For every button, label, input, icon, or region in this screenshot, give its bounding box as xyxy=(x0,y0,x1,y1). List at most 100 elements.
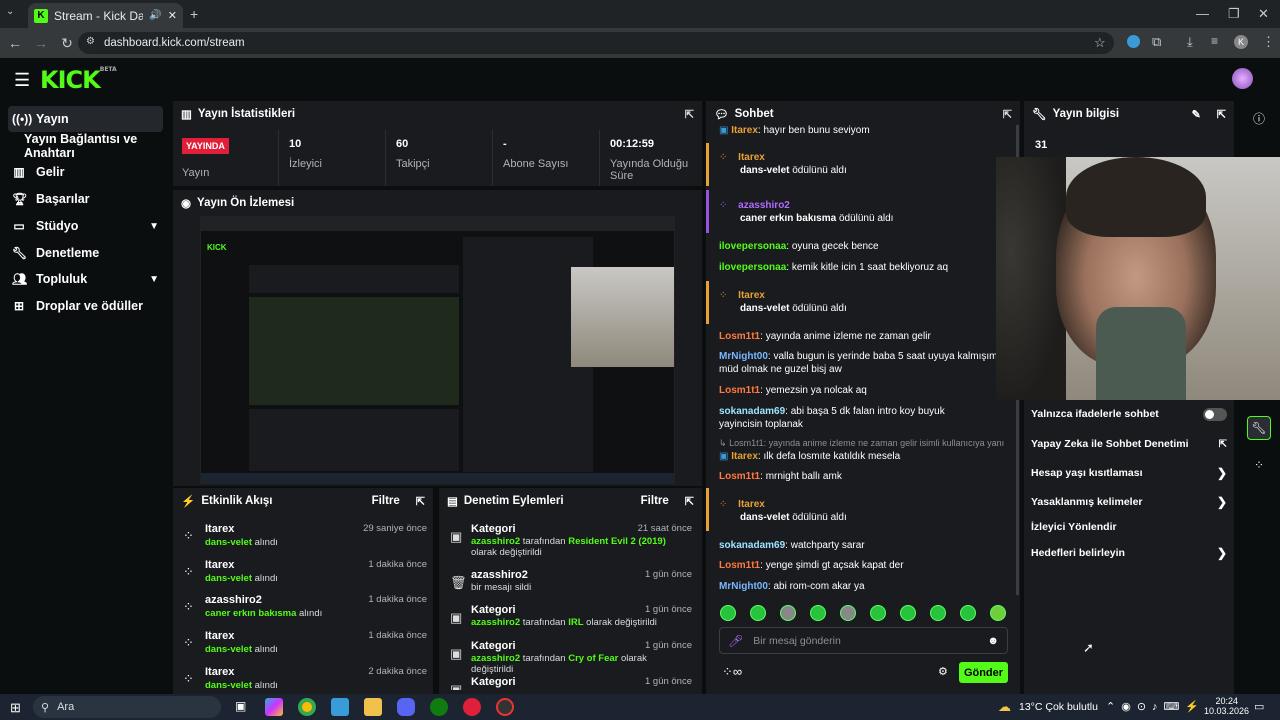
sidebar-item-studyo[interactable]: ▭ Stüdyo ▼ xyxy=(8,213,163,239)
moderation-item[interactable]: ▣ Kategori 21 saat önce azasshiro2 taraf… xyxy=(450,523,692,559)
task-view-icon[interactable]: ▣ xyxy=(235,699,246,713)
info-circle-icon[interactable]: ⓘ xyxy=(1247,106,1271,130)
discord-icon[interactable] xyxy=(397,698,415,716)
xbox-icon[interactable] xyxy=(430,698,448,716)
app-pin-icon[interactable] xyxy=(463,698,481,716)
emote-icon[interactable] xyxy=(840,605,856,621)
chat-user[interactable]: Itarex xyxy=(738,499,765,510)
new-tab-icon[interactable]: + xyxy=(190,6,198,22)
moderation-item[interactable]: ▣ Kategori 1 gün önce xyxy=(450,676,692,690)
app-icon[interactable] xyxy=(331,698,349,716)
system-tray-icons[interactable]: ⌃◉⊙♪⌨⚡ xyxy=(1106,700,1205,713)
ai-moderation-setting[interactable]: Yapay Zeka ile Sohbet Denetimi ⇱ xyxy=(1031,432,1227,456)
emote-icon[interactable] xyxy=(780,605,796,621)
browser-menu-icon[interactable]: ⋮ xyxy=(1262,34,1275,50)
copilot-icon[interactable] xyxy=(265,698,283,716)
event-item[interactable]: ⁘ Itarex 1 dakika önce dans-velet alındı xyxy=(183,630,427,666)
notification-icon[interactable]: ▭ xyxy=(1254,700,1264,713)
reload-icon[interactable]: ↻ xyxy=(54,35,80,52)
emoji-icon[interactable]: ☻ xyxy=(987,635,999,647)
clock[interactable]: 20:24 10.03.2026 xyxy=(1204,696,1249,716)
kick-logo[interactable]: KICKBETA xyxy=(40,66,117,94)
moderation-item[interactable]: ▣ Kategori 1 gün önce azasshiro2 tarafın… xyxy=(450,604,692,640)
close-window-icon[interactable]: ✕ xyxy=(1258,6,1269,22)
emote-icon[interactable] xyxy=(960,605,976,621)
chrome-icon[interactable] xyxy=(298,698,316,716)
moderation-item[interactable]: ▣ Kategori 1 gün önce azasshiro2 tarafın… xyxy=(450,640,692,676)
sidebar-item-stream-key[interactable]: Yayın Bağlantısı ve Anahtarı xyxy=(8,132,163,160)
redirect-viewers-setting[interactable]: İzleyici Yönlendir xyxy=(1031,515,1227,539)
chat-user[interactable]: ilovepersonaa xyxy=(719,262,786,273)
hamburger-menu-icon[interactable]: ☰ xyxy=(14,70,30,91)
expand-icon[interactable]: ⇱ xyxy=(1217,108,1226,121)
emote-icon[interactable] xyxy=(990,605,1006,621)
forward-icon[interactable]: → xyxy=(28,35,54,51)
chat-user[interactable]: ilovepersonaa xyxy=(719,241,786,252)
address-bar[interactable]: dashboard.kick.com/stream xyxy=(78,32,1114,54)
filter-button[interactable]: Filtre xyxy=(641,495,669,507)
event-item[interactable]: ⁘ azasshiro2 1 dakika önce caner erkın b… xyxy=(183,594,427,630)
minimize-icon[interactable]: — xyxy=(1196,6,1209,21)
chat-user[interactable]: Itarex xyxy=(731,451,758,462)
chat-user[interactable]: Losm1t1 xyxy=(719,331,760,342)
chat-user[interactable]: Losm1t1 xyxy=(719,385,760,396)
back-icon[interactable]: ← xyxy=(2,35,28,51)
emote-icon[interactable] xyxy=(930,605,946,621)
external-link-icon[interactable]: ⇱ xyxy=(1219,439,1227,450)
gift-dots-icon[interactable]: ⁘ xyxy=(1247,453,1271,477)
expand-icon[interactable]: ⇱ xyxy=(416,495,425,508)
expand-icon[interactable]: ⇱ xyxy=(685,495,694,508)
chat-user[interactable]: MrNight00 xyxy=(719,351,768,362)
stream-preview-video[interactable]: KICK xyxy=(200,216,675,484)
chat-user[interactable]: Itarex xyxy=(731,125,758,136)
sidebar-item-basarilar[interactable]: 🏆︎ Başarılar xyxy=(8,186,163,212)
event-item[interactable]: ⁘ Itarex 2 dakika önce dans-velet alındı xyxy=(183,666,427,690)
weather-text[interactable]: 13°C Çok bulutlu xyxy=(1019,701,1098,713)
browser-tab[interactable]: K Stream - Kick Dashboard 🔊 ✕ xyxy=(28,3,183,28)
chat-user[interactable]: azasshiro2 xyxy=(738,200,790,211)
tab-close-icon[interactable]: ✕ xyxy=(168,9,177,22)
sidebar-item-denetleme[interactable]: 🔧︎ Denetleme xyxy=(8,240,163,266)
send-button[interactable]: Gönder xyxy=(959,662,1008,683)
emote-icon[interactable] xyxy=(720,605,736,621)
sidebar-item-topluluk[interactable]: 👥︎ Topluluk ▼ xyxy=(8,266,163,292)
expand-icon[interactable]: ⇱ xyxy=(685,108,694,121)
settings-gear-icon[interactable]: ⚙ xyxy=(938,665,948,678)
emote-icon[interactable] xyxy=(750,605,766,621)
emote-icon[interactable] xyxy=(870,605,886,621)
chat-reply-context[interactable]: ↳ Losm1t1: yayında anime izleme ne zaman… xyxy=(719,437,1004,450)
emote-icon[interactable] xyxy=(900,605,916,621)
user-avatar[interactable] xyxy=(1232,68,1253,89)
sidebar-item-gelir[interactable]: ▥ Gelir xyxy=(8,159,163,185)
sidebar-item-droplar[interactable]: ⊞ Droplar ve ödüller xyxy=(8,293,163,319)
popout-icon[interactable]: ⇱ xyxy=(1003,108,1012,121)
chat-user[interactable]: sokanadam69 xyxy=(719,540,785,551)
extension-icon[interactable] xyxy=(1127,35,1140,48)
chat-input[interactable]: 🎤︎ Bir mesaj gönderin ☻ xyxy=(719,627,1008,654)
chat-user[interactable]: MrNight00 xyxy=(719,581,768,592)
microphone-icon[interactable]: 🎤︎ xyxy=(728,634,743,648)
site-info-icon[interactable]: ⚙ xyxy=(86,36,95,47)
banned-words-setting[interactable]: Yasaklanmış kelimeler ❯ xyxy=(1031,490,1227,514)
chat-user[interactable]: Losm1t1 xyxy=(719,471,760,482)
event-item[interactable]: ⁘ Itarex 29 saniye önce dans-velet alınd… xyxy=(183,523,427,559)
speaker-icon[interactable]: 🔊 xyxy=(149,10,161,21)
profile-avatar[interactable]: K xyxy=(1234,35,1248,49)
puzzle-icon[interactable]: ⧉ xyxy=(1152,34,1161,50)
windows-start-icon[interactable]: ⊞ xyxy=(10,700,21,716)
sidebar-item-yayin[interactable]: ((•)) Yayın xyxy=(8,106,163,132)
emote-only-chat-setting[interactable]: Yalnızca ifadelerle sohbet xyxy=(1031,402,1227,426)
chat-user[interactable]: sokanadam69 xyxy=(719,406,785,417)
download-icon[interactable]: ⤓ xyxy=(1187,34,1193,50)
points-icon[interactable]: ⁘∞ xyxy=(722,664,742,680)
maximize-icon[interactable]: ❐ xyxy=(1228,6,1240,22)
account-age-setting[interactable]: Hesap yaşı kısıtlaması ❯ xyxy=(1031,461,1227,485)
file-explorer-icon[interactable] xyxy=(364,698,382,716)
bookmark-star-icon[interactable]: ☆ xyxy=(1094,35,1106,51)
event-item[interactable]: ⁘ Itarex 1 dakika önce dans-velet alındı xyxy=(183,559,427,595)
tab-search-icon[interactable]: ⌄ xyxy=(6,6,14,17)
chat-user[interactable]: Losm1t1 xyxy=(719,560,760,571)
emote-icon[interactable] xyxy=(810,605,826,621)
filter-button[interactable]: Filtre xyxy=(372,495,400,507)
chat-user[interactable]: Itarex xyxy=(738,290,765,301)
